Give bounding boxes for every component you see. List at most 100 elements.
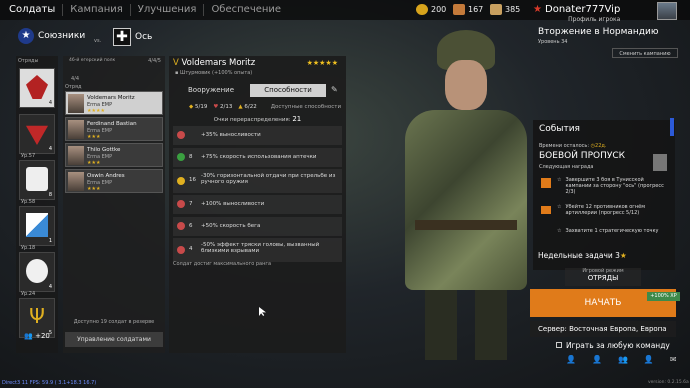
squad-count: 4 — [48, 100, 52, 106]
tank-emblem-icon — [26, 167, 48, 191]
available-abilities-label: Доступные способности — [270, 104, 342, 110]
star-icon: ★ — [619, 251, 627, 260]
task-item: ☆ Убейте 12 противников огнём артиллерии … — [557, 204, 669, 216]
points-value: 21 — [292, 115, 302, 123]
task-text: Убейте 12 противников огнём артиллерии (… — [565, 204, 646, 216]
player-name: Donater777Vip — [545, 4, 621, 15]
campaign-title: Вторжение в Нормандию — [538, 27, 659, 37]
tab-soldiers[interactable]: Солдаты — [0, 4, 64, 16]
game-mode-selector[interactable]: Игровой режим ОТРЯДЫ — [565, 268, 641, 286]
points-line: Очки перераспределения: 21 — [169, 115, 346, 123]
soldier-row[interactable]: Oswin Andres Erma EMP ★★★ — [65, 169, 163, 193]
soldier-portrait — [68, 172, 84, 191]
class-line: ▪ Штурмовик (+100% опыта) — [175, 70, 252, 76]
rank-stars-icon: ★★★ — [87, 186, 101, 192]
soldier-row[interactable]: Ferdinand Bastian Erma EMP ★★★ — [65, 117, 163, 141]
faction-allies[interactable]: ★ Союзники — [18, 28, 85, 44]
rank-stars-icon: ★★★★★ — [306, 59, 338, 67]
player-profile[interactable]: Donater777Vip Профиль игрока — [545, 4, 620, 23]
task-progress-bar — [541, 178, 551, 188]
perk-row[interactable]: 6 +50% скорость бега — [173, 217, 342, 236]
squad-invite-icon[interactable]: 👤 — [644, 355, 654, 364]
perk-cost: 8 — [189, 154, 193, 160]
stat-weapon: 6/22 — [244, 104, 257, 110]
soldier-detail-panel: V Voldemars Moritz ★★★★★ ▪ Штурмовик (+1… — [169, 56, 346, 353]
perk-text: +50% скорость бега — [201, 223, 261, 229]
weekly-tasks[interactable]: Недельные задачи 3★ — [538, 251, 627, 260]
squad-card[interactable]: Ур.58 1 — [19, 199, 55, 246]
add-friend-icon[interactable]: 👤 — [566, 355, 576, 364]
agility-icon: ◆ — [189, 104, 194, 110]
faction-axis[interactable]: ✚ Ось — [113, 28, 152, 46]
tickets-currency[interactable]: 167 — [453, 4, 483, 15]
avatar[interactable] — [657, 2, 677, 20]
xp-bonus-badge: +100% XP — [647, 292, 680, 301]
coins-currency[interactable]: 385 — [490, 4, 520, 15]
class-v-icon: V — [173, 58, 179, 68]
premium-star-icon[interactable]: ★ — [533, 4, 542, 15]
any-team-label: Играть за любую команду — [566, 341, 670, 350]
rank-stars-icon: ★★★ — [87, 160, 101, 166]
time-left: Времени осталось: ◷22д. — [539, 143, 606, 149]
stat-agility: 5/19 — [194, 104, 208, 110]
reward-preview-icon[interactable] — [653, 154, 667, 171]
task-progress-bar — [541, 206, 551, 214]
checkbox[interactable] — [556, 342, 562, 348]
squad-card[interactable]: Ур.18 4 — [19, 245, 55, 292]
gold-icon — [416, 4, 428, 15]
perk-row[interactable]: 8 +75% скорость использования аптечки — [173, 148, 342, 167]
task-item: ☆ Захватите 1 стратегическую точку — [557, 228, 669, 234]
coins-amount: 385 — [505, 5, 521, 14]
server-selector[interactable]: Сервер: Восточная Европа, Европа — [530, 321, 676, 337]
edit-icon[interactable]: ✎ — [331, 85, 338, 94]
tab-supply[interactable]: Обеспечение — [204, 4, 288, 16]
perk-row[interactable]: 4 -50% эффект тряски головы, вызванный бл… — [173, 238, 342, 262]
group-icon[interactable]: 👥 — [618, 355, 628, 364]
trident-emblem-icon: Ψ — [29, 304, 45, 328]
perk-text: +75% скорость использования аптечки — [201, 154, 317, 160]
task-text: Завершите 3 боя в Тунисской кампании за … — [565, 177, 664, 195]
perk-row[interactable]: 16 -30% горизонтальной отдачи при стрельб… — [173, 169, 342, 193]
task-text: Захватите 1 стратегическую точку — [565, 228, 659, 234]
events-scrollbar[interactable] — [670, 118, 674, 136]
any-team-toggle[interactable]: Играть за любую команду — [556, 341, 670, 350]
tab-campaign[interactable]: Кампания — [63, 4, 131, 16]
squad-card[interactable]: Ур.57 8 — [19, 153, 55, 200]
soldier-row[interactable]: Thilo Gottke Erma EMP ★★★ — [65, 143, 163, 167]
weapon-icon: ▲ — [238, 104, 243, 110]
allies-label: Союзники — [38, 31, 86, 41]
social-icons: 👤 👤 👥 👤 ✉ — [566, 355, 677, 364]
manage-soldiers-button[interactable]: Управление солдатами — [65, 332, 163, 347]
squad-card[interactable]: 4 — [19, 68, 55, 108]
perk-row[interactable]: +35% выносливости — [173, 126, 342, 145]
tab-abilities[interactable]: Способности — [250, 84, 326, 97]
perk-row[interactable]: 7 +100% выносливости — [173, 195, 342, 214]
class-icon: ▪ — [175, 70, 179, 76]
squad-card[interactable]: 4 — [19, 114, 55, 154]
tab-weapons[interactable]: Вооружение — [173, 84, 249, 97]
squads-column: Отряды 4 4 Ур.57 8 Ур.58 1 Ур.18 4 Ур.24 Ψ 5 — [16, 56, 58, 353]
weekly-label: Недельные задачи — [538, 251, 613, 260]
battle-pass-title[interactable]: БОЕВОЙ ПРОПУСК — [539, 151, 625, 161]
reserve-squads-button[interactable]: 👥 +20 — [18, 332, 56, 344]
reserve-note: Доступно 19 солдат в резерве — [73, 319, 155, 325]
soldier-row[interactable]: Voldemars Moritz Erma EMP ★★★★ — [65, 91, 163, 115]
chat-icon[interactable]: ✉ — [670, 355, 677, 364]
heart-icon — [177, 131, 185, 139]
task-star-icon: ☆ — [557, 204, 562, 210]
gold-amount: 200 — [431, 5, 447, 14]
version-label: version: 0.2.15.6a — [648, 380, 689, 385]
perk-cost: 6 — [189, 223, 193, 229]
invite-icon[interactable]: 👤 — [592, 355, 602, 364]
perk-text: -50% эффект тряски головы, вызванный бли… — [201, 242, 320, 254]
perk-cost: 4 — [189, 246, 193, 252]
shield-emblem-icon — [26, 213, 48, 237]
soldier-portrait — [68, 94, 84, 113]
gold-currency[interactable]: 200 — [416, 4, 446, 15]
days-left: 22д. — [595, 143, 607, 149]
events-title: События — [539, 124, 580, 134]
soldier-model — [395, 30, 535, 360]
tab-upgrades[interactable]: Улучшения — [131, 4, 205, 16]
class-label: Штурмовик — [179, 70, 211, 76]
change-campaign-button[interactable]: Сменить кампанию — [612, 48, 678, 58]
